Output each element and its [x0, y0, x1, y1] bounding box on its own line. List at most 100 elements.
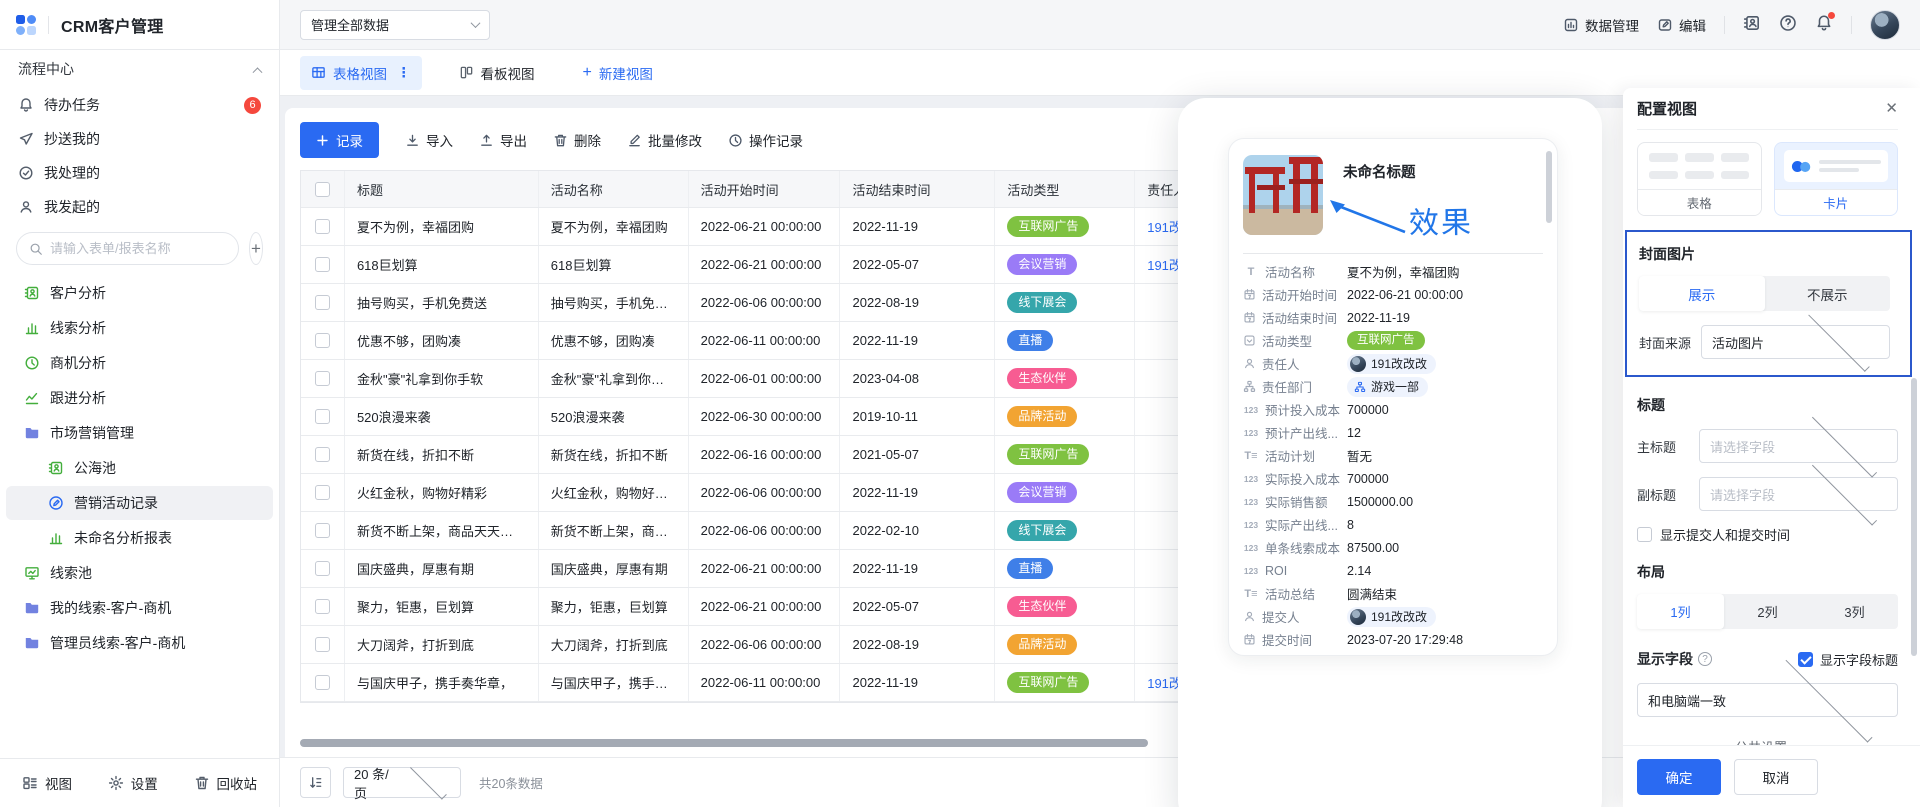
views-button[interactable]: 视图 — [22, 773, 72, 793]
operation-log-button[interactable]: 操作记录 — [728, 130, 803, 150]
sidebar-item-label: 待办任务 — [44, 95, 100, 115]
help-icon[interactable]: ? — [1698, 652, 1712, 666]
show-submitter-checkbox[interactable] — [1637, 527, 1652, 542]
cover-show-option[interactable]: 展示 — [1639, 276, 1765, 311]
card-preview: 未命名标题 效果 T活动名称 夏不为例，幸福团购 活动开始时间 2022-06-… — [1228, 138, 1558, 656]
add-record-button[interactable]: 记录 — [300, 122, 379, 158]
card-scrollbar[interactable] — [1546, 151, 1552, 223]
sidebar-item-cc-me[interactable]: 抄送我的 — [0, 122, 279, 156]
edit-button[interactable]: 编辑 — [1657, 15, 1706, 35]
row-checkbox[interactable] — [315, 485, 330, 500]
more-icon[interactable]: ⋮ — [397, 65, 411, 81]
card-field-row: 活动类型 互联网广告 — [1243, 329, 1543, 352]
user-avatar[interactable] — [1870, 10, 1900, 40]
search-box[interactable] — [16, 232, 239, 265]
table-row[interactable]: 618巨划算 618巨划算 2022-06-21 00:00:00 2022-0… — [301, 246, 1330, 284]
table-row[interactable]: 国庆盛典，厚惠有期 国庆盛典，厚惠有期 2022-06-21 00:00:00 … — [301, 550, 1330, 588]
row-checkbox[interactable] — [315, 523, 330, 538]
config-scrollbar[interactable] — [1911, 378, 1917, 656]
row-height-button[interactable] — [300, 767, 331, 798]
table-row[interactable]: 夏不为例，幸福团购 夏不为例，幸福团购 2022-06-21 00:00:00 … — [301, 208, 1330, 246]
search-input[interactable] — [50, 241, 226, 256]
layout-option-2[interactable]: 2列 — [1724, 594, 1811, 629]
tab-table-view[interactable]: 表格视图 ⋮ — [300, 56, 422, 90]
sidebar-item-marketing-activity[interactable]: 营销活动记录 — [6, 486, 273, 520]
cancel-button[interactable]: 取消 — [1734, 759, 1818, 795]
sidebar-item-lead-pool[interactable]: 线索池 — [6, 556, 273, 590]
show-field-title-checkbox[interactable] — [1798, 652, 1813, 667]
new-view-button[interactable]: + 新建视图 — [572, 56, 664, 90]
table-row[interactable]: 火红金秋，购物好精彩 火红金秋，购物好精彩 2022-06-06 00:00:0… — [301, 474, 1330, 512]
table-row[interactable]: 520浪漫来袭 520浪漫来袭 2022-06-30 00:00:00 2019… — [301, 398, 1330, 436]
batch-edit-button[interactable]: 批量修改 — [627, 130, 702, 150]
table-row[interactable]: 新货不断上架，商品天天降价 新货不断上架，商品天天降价 2022-06-06 0… — [301, 512, 1330, 550]
sidebar-item-followup-analysis[interactable]: 跟进分析 — [6, 381, 273, 415]
table-row[interactable]: 大刀阔斧，打折到底 大刀阔斧，打折到底 2022-06-06 00:00:00 … — [301, 626, 1330, 664]
sub-title-select[interactable]: 请选择字段 — [1699, 477, 1898, 511]
data-manage-button[interactable]: 数据管理 — [1563, 15, 1639, 35]
settings-button[interactable]: 设置 — [108, 773, 158, 793]
row-checkbox[interactable] — [315, 637, 330, 652]
add-form-button[interactable]: + — [249, 232, 263, 265]
row-checkbox[interactable] — [315, 371, 330, 386]
help-button[interactable] — [1779, 14, 1797, 35]
data-scope-select[interactable]: 管理全部数据 — [300, 10, 490, 40]
page-size-select[interactable]: 20 条/页 — [343, 767, 461, 798]
view-style-table[interactable]: 表格 — [1637, 142, 1762, 216]
sidebar-item-label: 线索分析 — [50, 318, 106, 338]
row-checkbox[interactable] — [315, 333, 330, 348]
table-row[interactable]: 新货在线，折扣不断 新货在线，折扣不断 2022-06-16 00:00:00 … — [301, 436, 1330, 474]
notifications-button[interactable] — [1815, 14, 1833, 35]
row-checkbox[interactable] — [315, 447, 330, 462]
sidebar-item-public-sea[interactable]: 公海池 — [6, 451, 273, 485]
row-checkbox[interactable] — [315, 561, 330, 576]
layout-option-3[interactable]: 3列 — [1811, 594, 1898, 629]
card-field-row: 123预计产出线... 12 — [1243, 421, 1543, 444]
import-button[interactable]: 导入 — [405, 130, 453, 150]
horizontal-scrollbar[interactable] — [300, 739, 1148, 747]
table-row[interactable]: 与国庆甲子，携手奏华章， 与国庆甲子，携手奏华章 2022-06-11 00:0… — [301, 664, 1330, 702]
row-checkbox[interactable] — [315, 295, 330, 310]
delete-button[interactable]: 删除 — [553, 130, 601, 150]
sidebar-item-processed[interactable]: 我处理的 — [0, 156, 279, 190]
sidebar-item-initiated[interactable]: 我发起的 — [0, 190, 279, 224]
confirm-button[interactable]: 确定 — [1637, 759, 1721, 795]
cell-end-time: 2022-05-07 — [852, 599, 919, 614]
cell-start-time: 2022-06-21 00:00:00 — [701, 599, 822, 614]
sidebar-item-lead-analysis[interactable]: 线索分析 — [6, 311, 273, 345]
sidebar-item-opportunity-analysis[interactable]: 商机分析 — [6, 346, 273, 380]
card-title: 未命名标题 — [1343, 161, 1416, 182]
display-fields-select[interactable]: 和电脑端一致 — [1637, 683, 1898, 717]
contacts-button[interactable] — [1743, 14, 1761, 35]
sidebar-item-admin-leads[interactable]: 管理员线索-客户-商机 — [6, 626, 273, 660]
recycle-bin-button[interactable]: 回收站 — [194, 773, 258, 793]
row-checkbox[interactable] — [315, 675, 330, 690]
close-icon[interactable]: ✕ — [1885, 101, 1898, 116]
field-label: 实际投入成本 — [1265, 469, 1340, 488]
footer-item-label: 回收站 — [217, 773, 258, 793]
cover-hide-option[interactable]: 不展示 — [1765, 276, 1891, 311]
sidebar-item-marketing-folder[interactable]: 市场营销管理 — [6, 416, 273, 450]
main-title-select[interactable]: 请选择字段 — [1699, 429, 1898, 463]
table-row[interactable]: 金秋"豪"礼拿到你手软 金秋"豪"礼拿到你手软 2022-06-01 00:00… — [301, 360, 1330, 398]
cover-source-select[interactable]: 活动图片 — [1701, 325, 1890, 359]
table-row[interactable]: 优惠不够，团购凑 优惠不够，团购凑 2022-06-11 00:00:00 20… — [301, 322, 1330, 360]
select-all-checkbox[interactable] — [315, 182, 330, 197]
cell-title: 优惠不够，团购凑 — [357, 331, 461, 350]
row-checkbox[interactable] — [315, 219, 330, 234]
sidebar-item-customer-analysis[interactable]: 客户分析 — [6, 276, 273, 310]
sidebar-item-unnamed-report[interactable]: 未命名分析报表 — [6, 521, 273, 555]
sidebar-item-my-leads[interactable]: 我的线索-客户-商机 — [6, 591, 273, 625]
tab-board-view[interactable]: 看板视图 — [448, 56, 546, 90]
table-row[interactable]: 抽号购买，手机免费送 抽号购买，手机免费送 2022-06-06 00:00:0… — [301, 284, 1330, 322]
row-checkbox[interactable] — [315, 599, 330, 614]
export-button[interactable]: 导出 — [479, 130, 527, 150]
layout-option-1[interactable]: 1列 — [1637, 594, 1724, 629]
row-checkbox[interactable] — [315, 409, 330, 424]
table-row[interactable]: 聚力，钜惠，巨划算 聚力，钜惠，巨划算 2022-06-21 00:00:00 … — [301, 588, 1330, 626]
card-field-row: 123实际投入成本 700000 — [1243, 467, 1543, 490]
sidebar-section-process-center[interactable]: 流程中心 — [0, 50, 279, 88]
sidebar-item-todo[interactable]: 待办任务 6 — [0, 88, 279, 122]
row-checkbox[interactable] — [315, 257, 330, 272]
view-style-card[interactable]: 卡片 — [1774, 142, 1899, 216]
